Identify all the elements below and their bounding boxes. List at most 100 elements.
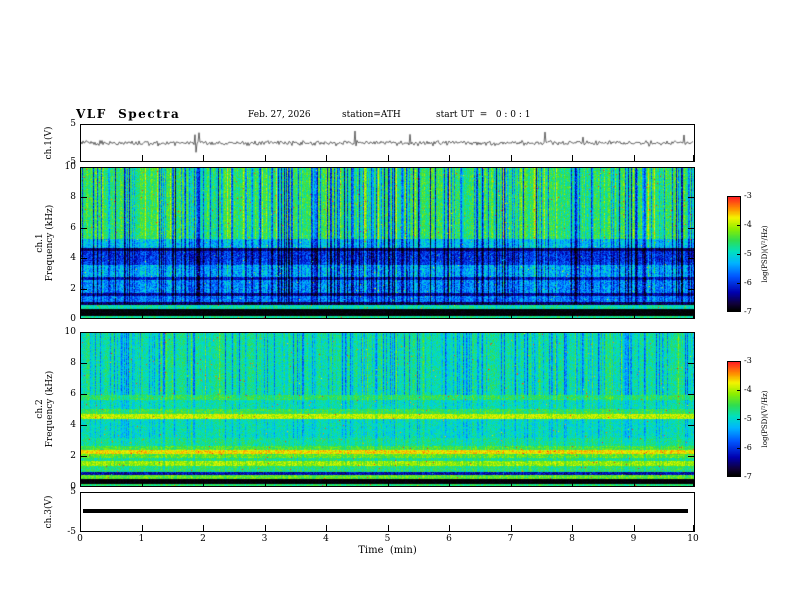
tick-mark <box>688 425 694 426</box>
tick-mark <box>572 480 573 486</box>
tick-mark <box>80 480 81 486</box>
tick-mark <box>387 525 389 531</box>
station-label: station=ATH <box>342 110 401 120</box>
tick-mark <box>688 161 694 162</box>
ch1-spectrogram-panel <box>80 167 695 319</box>
tick-mark <box>572 155 573 161</box>
tick-mark <box>688 394 694 395</box>
tick-mark <box>737 419 741 420</box>
colorbar-tick-label: -6 <box>744 278 752 287</box>
page-title: VLF Spectra <box>76 107 181 121</box>
tick-mark <box>81 456 87 457</box>
y-tick-label: 2 <box>70 451 76 461</box>
x-tick-label: 6 <box>446 534 452 544</box>
tick-mark <box>510 312 512 318</box>
tick-mark <box>141 525 143 531</box>
tick-mark <box>737 283 741 284</box>
tick-mark <box>688 197 694 199</box>
tick-mark <box>688 124 694 125</box>
tick-mark <box>449 312 450 318</box>
tick-mark <box>688 332 694 333</box>
colorbar-tick-label: -5 <box>744 249 752 258</box>
tick-mark <box>510 155 512 161</box>
start-ut-label: start UT = 0 : 0 : 1 <box>436 110 531 120</box>
ch2-label-line: ch.2 <box>35 399 45 419</box>
tick-mark <box>449 480 450 486</box>
x-tick-label: 5 <box>384 534 391 544</box>
y-tick-label: 6 <box>70 389 76 399</box>
tick-mark <box>737 196 741 197</box>
tick-mark <box>80 525 81 531</box>
tick-mark <box>737 476 741 477</box>
tick-mark <box>693 155 694 161</box>
tick-mark <box>387 312 389 318</box>
tick-mark <box>572 312 573 318</box>
tick-mark <box>81 167 87 168</box>
ch3-flat-trace <box>83 509 688 513</box>
tick-mark <box>693 312 694 318</box>
frequency-units-line: Frequency (kHz) <box>45 204 55 282</box>
tick-mark <box>81 318 87 319</box>
y-tick-label: 8 <box>70 358 76 368</box>
y-tick-label: 8 <box>70 192 76 203</box>
tick-mark <box>688 318 694 319</box>
y-tick-label: 5 <box>70 487 76 497</box>
tick-mark <box>737 254 741 255</box>
y-tick-label: 6 <box>70 222 76 233</box>
y-tick-label: 4 <box>70 420 76 430</box>
y-tick-label: 0 <box>70 314 76 324</box>
tick-mark <box>80 312 81 318</box>
x-tick-label: 2 <box>200 534 206 544</box>
ch2-spectrogram-panel <box>80 332 695 487</box>
ch1-frequency-axis-label: ch.1 Frequency (kHz) <box>35 163 55 323</box>
colorbar-tick-label: -3 <box>744 356 752 365</box>
tick-mark <box>81 124 87 125</box>
tick-mark <box>633 155 635 161</box>
tick-mark <box>737 361 741 362</box>
tick-mark <box>264 312 266 318</box>
tick-mark <box>326 312 327 318</box>
tick-mark <box>81 425 87 426</box>
tick-mark <box>737 225 741 226</box>
tick-mark <box>510 525 512 531</box>
tick-mark <box>81 486 87 487</box>
tick-mark <box>688 531 694 532</box>
tick-mark <box>81 227 87 229</box>
ch1-spectrogram-canvas <box>81 168 694 318</box>
x-tick-label: 3 <box>261 534 268 544</box>
tick-mark <box>387 155 389 161</box>
tick-mark <box>387 480 389 486</box>
tick-mark <box>737 390 741 391</box>
tick-mark <box>203 155 204 161</box>
colorbar-tick-label: -3 <box>744 191 752 200</box>
tick-mark <box>633 312 635 318</box>
tick-mark <box>688 486 694 487</box>
tick-mark <box>688 456 694 457</box>
ch2-frequency-axis-label: ch.2 Frequency (kHz) <box>35 329 55 489</box>
tick-mark <box>326 480 327 486</box>
tick-mark <box>449 155 450 161</box>
tick-mark <box>81 258 87 260</box>
tick-mark <box>633 480 635 486</box>
tick-mark <box>264 480 266 486</box>
x-tick-label: 7 <box>507 534 514 544</box>
colorbar-tick-label: -4 <box>744 385 752 394</box>
tick-mark <box>81 332 87 333</box>
tick-mark <box>737 448 741 449</box>
tick-mark <box>141 155 143 161</box>
tick-mark <box>688 167 694 168</box>
tick-mark <box>693 525 694 531</box>
colorbar-tick-label: -5 <box>744 414 752 423</box>
tick-mark <box>688 363 694 364</box>
tick-mark <box>80 155 81 161</box>
tick-mark <box>264 525 266 531</box>
tick-mark <box>264 155 266 161</box>
tick-mark <box>326 525 327 531</box>
y-tick-label: 5 <box>70 119 76 129</box>
tick-mark <box>81 288 87 290</box>
tick-mark <box>81 161 87 162</box>
tick-mark <box>81 531 87 532</box>
y-tick-label: 10 <box>64 327 76 337</box>
tick-mark <box>572 525 573 531</box>
tick-mark <box>81 394 87 395</box>
